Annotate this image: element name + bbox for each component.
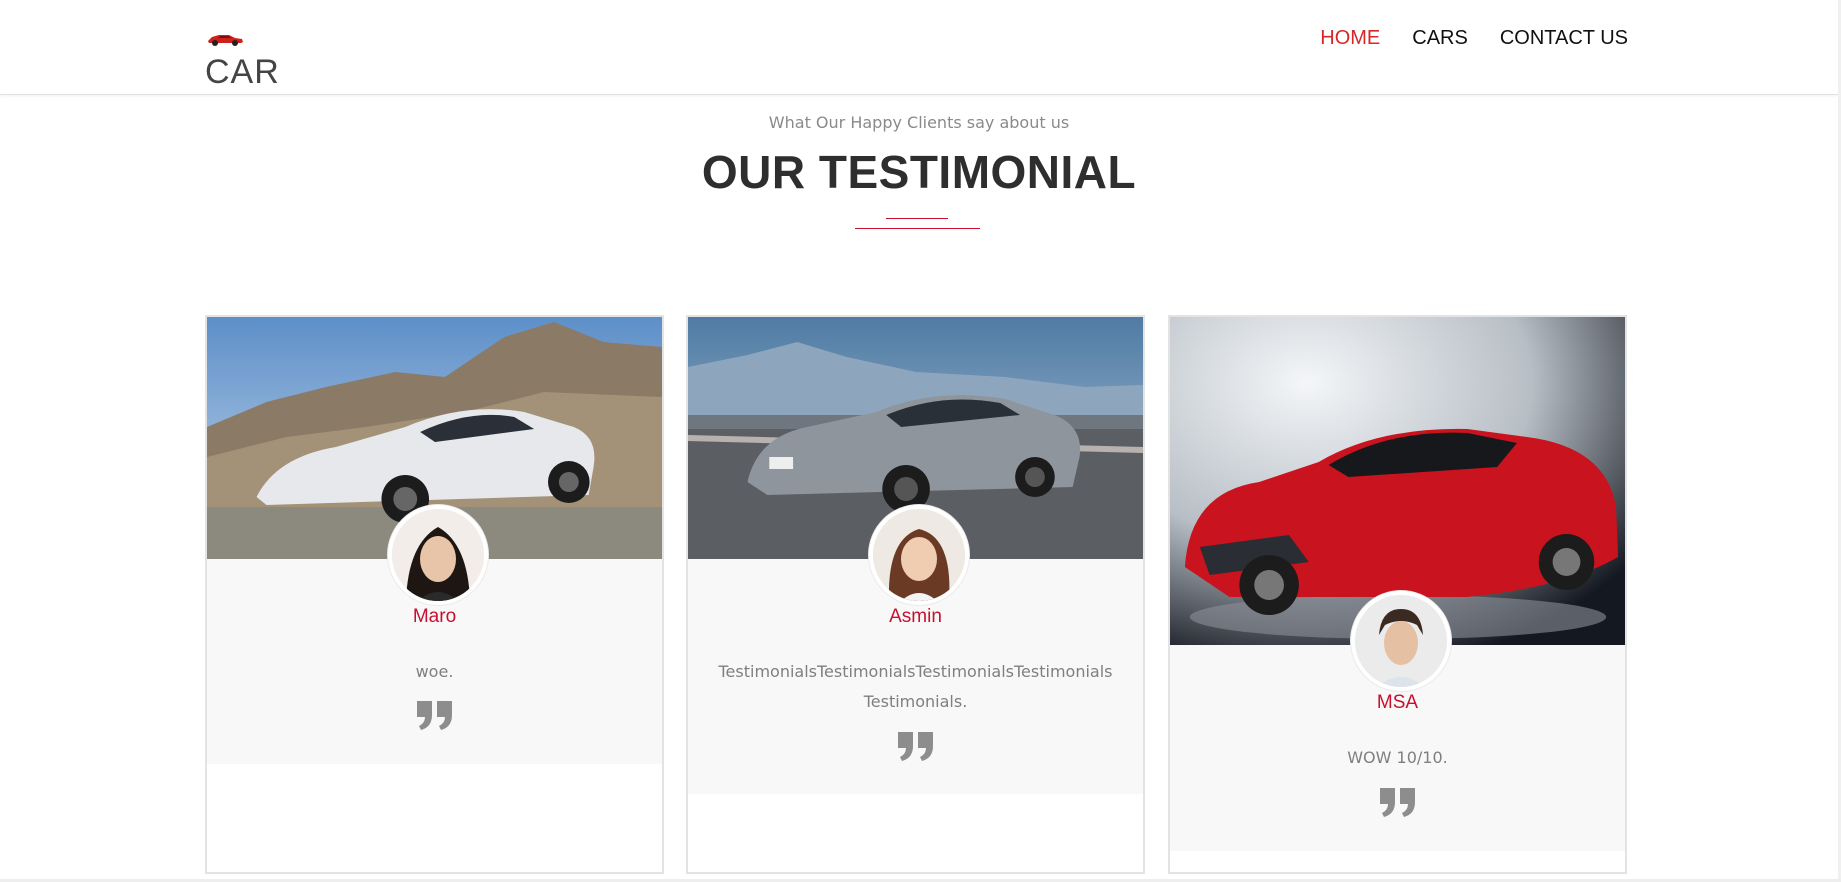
client-avatar	[1351, 591, 1451, 691]
section-title: OUR TESTIMONIAL	[701, 146, 1137, 198]
main-nav: HOME CARS CONTACT US	[1320, 26, 1628, 50]
brand-logo[interactable]: CAR	[205, 28, 285, 94]
section-subtitle: What Our Happy Clients say about us	[768, 113, 1070, 132]
quote-icon	[416, 701, 452, 730]
brand-name: CAR	[205, 53, 280, 91]
quote-icon	[897, 732, 933, 761]
nav-item-contact-us[interactable]: CONTACT US	[1500, 26, 1628, 50]
page: CAR HOME CARS CONTACT US What Our Happy …	[0, 0, 1841, 882]
client-name: MSA	[1376, 692, 1419, 713]
red-car-icon	[208, 35, 243, 46]
client-avatar	[388, 505, 488, 605]
quote-icon	[1379, 788, 1415, 817]
nav-item-cars[interactable]: CARS	[1412, 26, 1468, 50]
title-divider-long	[855, 228, 980, 229]
testimonial-card-asmin: Asmin TestimonialsTestimonialsTestimonia…	[686, 315, 1145, 874]
client-name: Asmin	[889, 606, 942, 627]
testimonial-card-maro: Maro woe.	[205, 315, 664, 874]
testimonial-text: WOW 10/10.	[1347, 748, 1448, 767]
site-header: CAR HOME CARS CONTACT US	[0, 0, 1838, 95]
title-divider-short	[886, 218, 948, 219]
client-name: Maro	[412, 606, 457, 627]
testimonial-text: woe.	[415, 662, 454, 681]
testimonial-card-msa: MSA WOW 10/10.	[1168, 315, 1627, 874]
testimonial-text: TestimonialsTestimonialsTestimonialsTest…	[718, 662, 1113, 711]
nav-item-home[interactable]: HOME	[1320, 26, 1380, 50]
client-avatar	[869, 505, 969, 605]
